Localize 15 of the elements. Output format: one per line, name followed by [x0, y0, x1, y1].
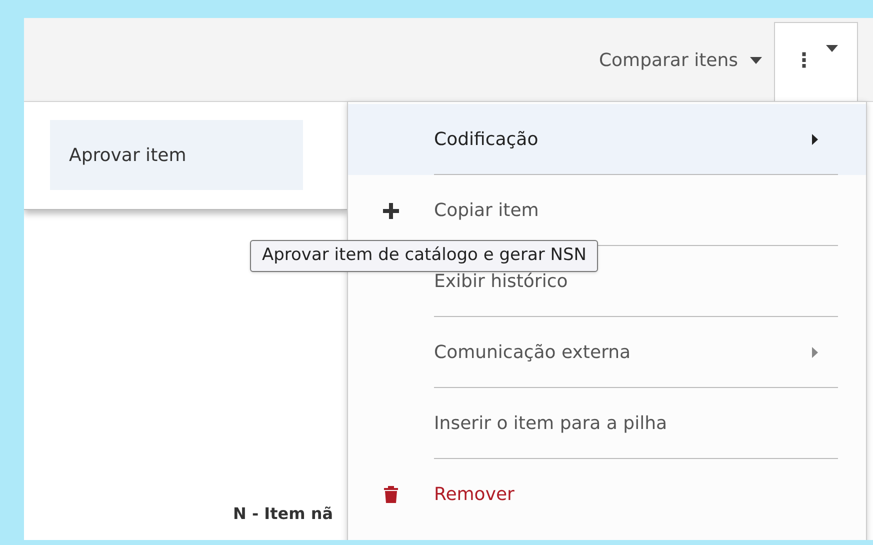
chevron-right-icon	[812, 346, 818, 358]
chevron-right-icon	[812, 134, 818, 144]
plus-icon	[383, 202, 399, 218]
compare-button[interactable]: Comparar itens	[586, 40, 774, 80]
trash-icon	[384, 486, 398, 503]
column-header: N - Item nã	[233, 503, 334, 525]
menu-item[interactable]: Aprovar item	[50, 120, 303, 190]
menu-item[interactable]: Inserir o item para a pilha	[348, 388, 866, 459]
caret-icon	[750, 56, 762, 64]
menu-item[interactable]: Codificação	[348, 104, 866, 175]
more-button[interactable]: ⋮	[774, 22, 858, 102]
tooltip: Aprovar item de catálogo e gerar NSN	[250, 240, 598, 272]
menu-item[interactable]: Remover	[348, 459, 866, 530]
caret-icon	[826, 45, 838, 52]
menu-item[interactable]: Comunicação externa	[348, 317, 866, 388]
